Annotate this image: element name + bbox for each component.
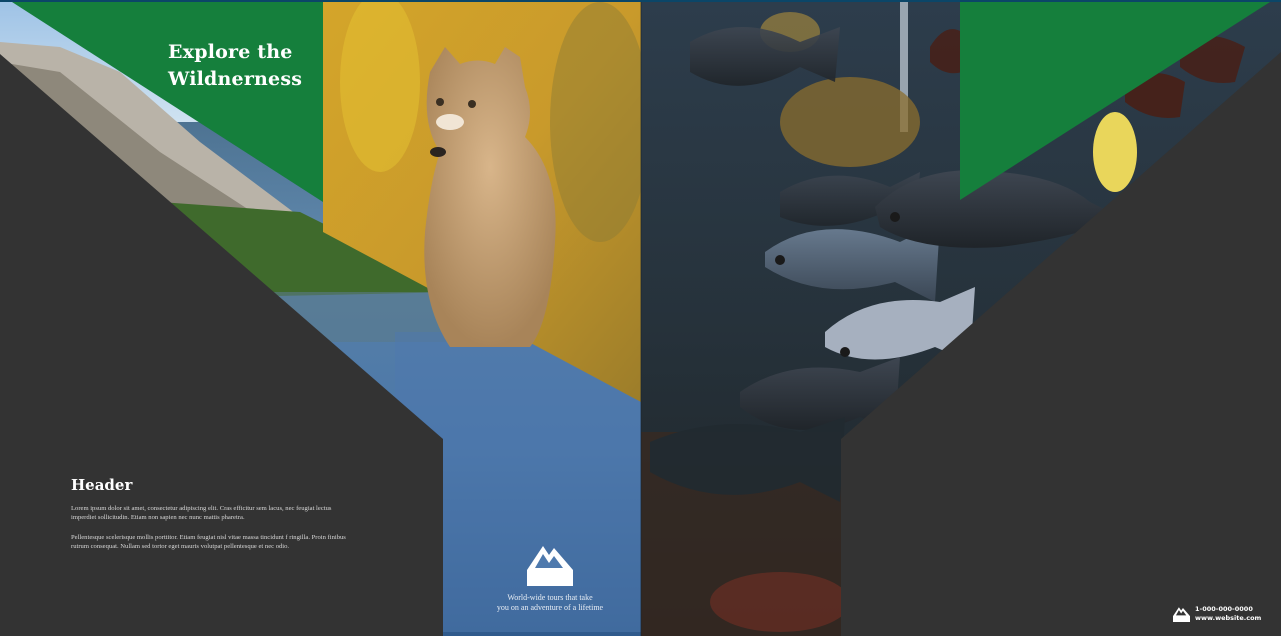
small-mountain-logo-icon (1173, 607, 1190, 622)
coral-yellow (780, 77, 920, 167)
phone-number: 1-000-000-0000 (1195, 605, 1253, 613)
tank-rocks (710, 572, 850, 632)
brochure-spread: Explore the Wildnerness Header Lorem ips… (0, 0, 1281, 636)
contact-info: 1-000-000-0000 www.website.com (1195, 605, 1261, 623)
body-paragraph-2: Pellentesque scelerisque mollis porttito… (71, 534, 346, 550)
section-header: Header (71, 476, 133, 494)
mountain-logo-icon (527, 546, 573, 586)
field-shade (550, 2, 650, 242)
brochure-title: Explore the Wildnerness (168, 41, 303, 90)
coral-bright (1093, 112, 1137, 192)
website-url: www.website.com (1195, 614, 1262, 622)
tagline: World-wide tours that take you on an adv… (496, 593, 604, 612)
body-paragraph-1: Lorem ipsum dolor sit amet, consectetur … (71, 505, 332, 521)
